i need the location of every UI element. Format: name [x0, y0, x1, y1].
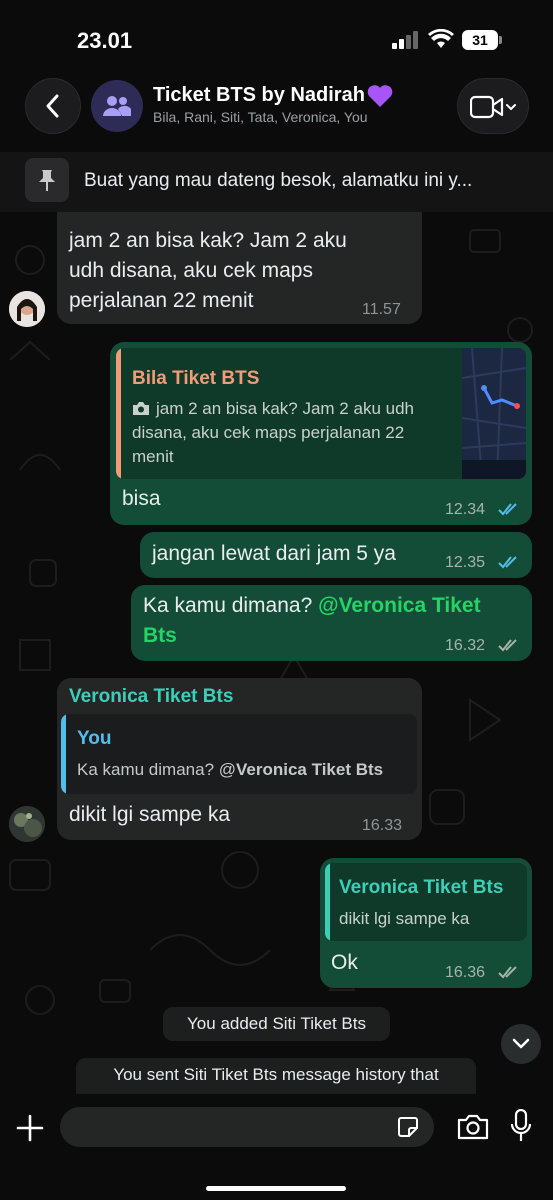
quoted-text-line: jam 2 an bisa kak? Jam 2 aku udh [156, 399, 414, 418]
outgoing-message[interactable]: Bila Tiket BTS jam 2 an bisa kak? Jam 2 … [110, 342, 532, 525]
quoted-message[interactable]: Veronica Tiket Bts dikit lgi sampe ka [325, 863, 527, 941]
message-time: 16.36 [445, 964, 486, 981]
group-members[interactable]: Bila, Rani, Siti, Tata, Veronica, You [153, 109, 368, 125]
battery-level: 31 [462, 30, 498, 50]
delivered-ticks-icon [498, 639, 517, 652]
group-name[interactable]: Ticket BTS by Nadirah [153, 84, 365, 107]
chat-header: Ticket BTS by Nadirah Bila, Rani, Siti, … [0, 78, 553, 148]
message-line: jam 2 an bisa kak? Jam 2 aku [69, 229, 347, 252]
quoted-sender: Bila Tiket BTS [132, 368, 260, 389]
delivered-ticks-icon [498, 966, 517, 979]
home-indicator [206, 1186, 346, 1191]
message-text: jangan lewat dari jam 5 ya [152, 542, 396, 565]
camera-icon[interactable] [457, 1113, 489, 1141]
wifi-icon [428, 29, 454, 48]
group-avatar[interactable] [91, 80, 143, 132]
quoted-text: Ka kamu dimana? @Veronica Tiket Bts [77, 760, 384, 779]
map-thumbnail [462, 348, 526, 479]
message-input-bar [0, 1094, 553, 1200]
incoming-message[interactable]: Veronica Tiket Bts You Ka kamu dimana? @… [57, 678, 422, 840]
message-line: Ka kamu dimana? @Veronica Tiket [143, 591, 481, 621]
read-ticks-icon [498, 503, 517, 516]
system-message: You added Siti Tiket Bts [163, 1007, 390, 1041]
quoted-text-line: menit [132, 447, 174, 466]
sender-name[interactable]: Veronica Tiket Bts [69, 686, 233, 708]
message-time: 12.35 [445, 554, 486, 571]
message-time: 11.57 [362, 301, 401, 318]
message-time: 16.32 [445, 637, 486, 654]
status-bar: 23.01 31 [0, 0, 553, 78]
pinned-message-bar[interactable]: Buat yang mau dateng besok, alamatku ini… [0, 152, 553, 212]
cellular-signal-icon [392, 31, 418, 49]
read-ticks-icon [498, 556, 517, 569]
plus-icon[interactable] [14, 1112, 46, 1144]
incoming-message[interactable]: jam 2 an bisa kak? Jam 2 aku udh disana,… [57, 206, 422, 324]
battery-icon: 31 [462, 30, 502, 50]
outgoing-message[interactable]: Ka kamu dimana? @Veronica Tiket Bts 16.3… [131, 585, 532, 661]
pin-icon [25, 158, 69, 202]
status-time: 23.01 [77, 28, 133, 53]
group-people-icon [103, 96, 131, 116]
message-input[interactable] [60, 1107, 434, 1147]
message-text: Ka kamu dimana? [143, 594, 319, 617]
quoted-text-line: disana, aku cek maps perjalanan 22 [132, 423, 405, 442]
video-call-button[interactable] [457, 78, 529, 134]
quoted-sender: Veronica Tiket Bts [339, 877, 504, 898]
message-text: Ok [331, 951, 358, 974]
sender-avatar[interactable] [9, 291, 45, 327]
outgoing-message[interactable]: Veronica Tiket Bts dikit lgi sampe ka Ok… [320, 858, 532, 988]
scroll-to-bottom-button[interactable] [501, 1024, 541, 1064]
quoted-text: dikit lgi sampe ka [339, 909, 470, 928]
mention-link[interactable]: @Veronica Tiket [318, 594, 481, 617]
quoted-sender: You [77, 728, 112, 749]
microphone-icon[interactable] [510, 1109, 532, 1143]
pinned-message-text: Buat yang mau dateng besok, alamatku ini… [84, 170, 473, 191]
mention-link-continued[interactable]: Bts [143, 621, 177, 651]
back-button[interactable] [25, 78, 81, 134]
video-camera-icon [470, 95, 516, 119]
outgoing-message[interactable]: jangan lewat dari jam 5 ya 12.35 [140, 532, 532, 578]
quoted-message[interactable]: You Ka kamu dimana? @Veronica Tiket Bts [61, 714, 417, 794]
message-time: 16.33 [362, 817, 403, 834]
purple-heart-icon [367, 85, 393, 107]
message-line: perjalanan 22 menit [69, 289, 254, 312]
sender-avatar[interactable] [9, 806, 45, 842]
message-text: bisa [122, 487, 161, 510]
chevron-left-icon [46, 94, 59, 118]
message-text: dikit lgi sampe ka [69, 803, 231, 826]
message-time: 12.34 [445, 501, 486, 518]
message-line: udh disana, aku cek maps [69, 259, 313, 282]
sticker-icon[interactable] [397, 1116, 419, 1138]
chevron-down-icon [512, 1038, 530, 1049]
quoted-message[interactable]: Bila Tiket BTS jam 2 an bisa kak? Jam 2 … [116, 348, 526, 479]
camera-icon [133, 402, 149, 415]
